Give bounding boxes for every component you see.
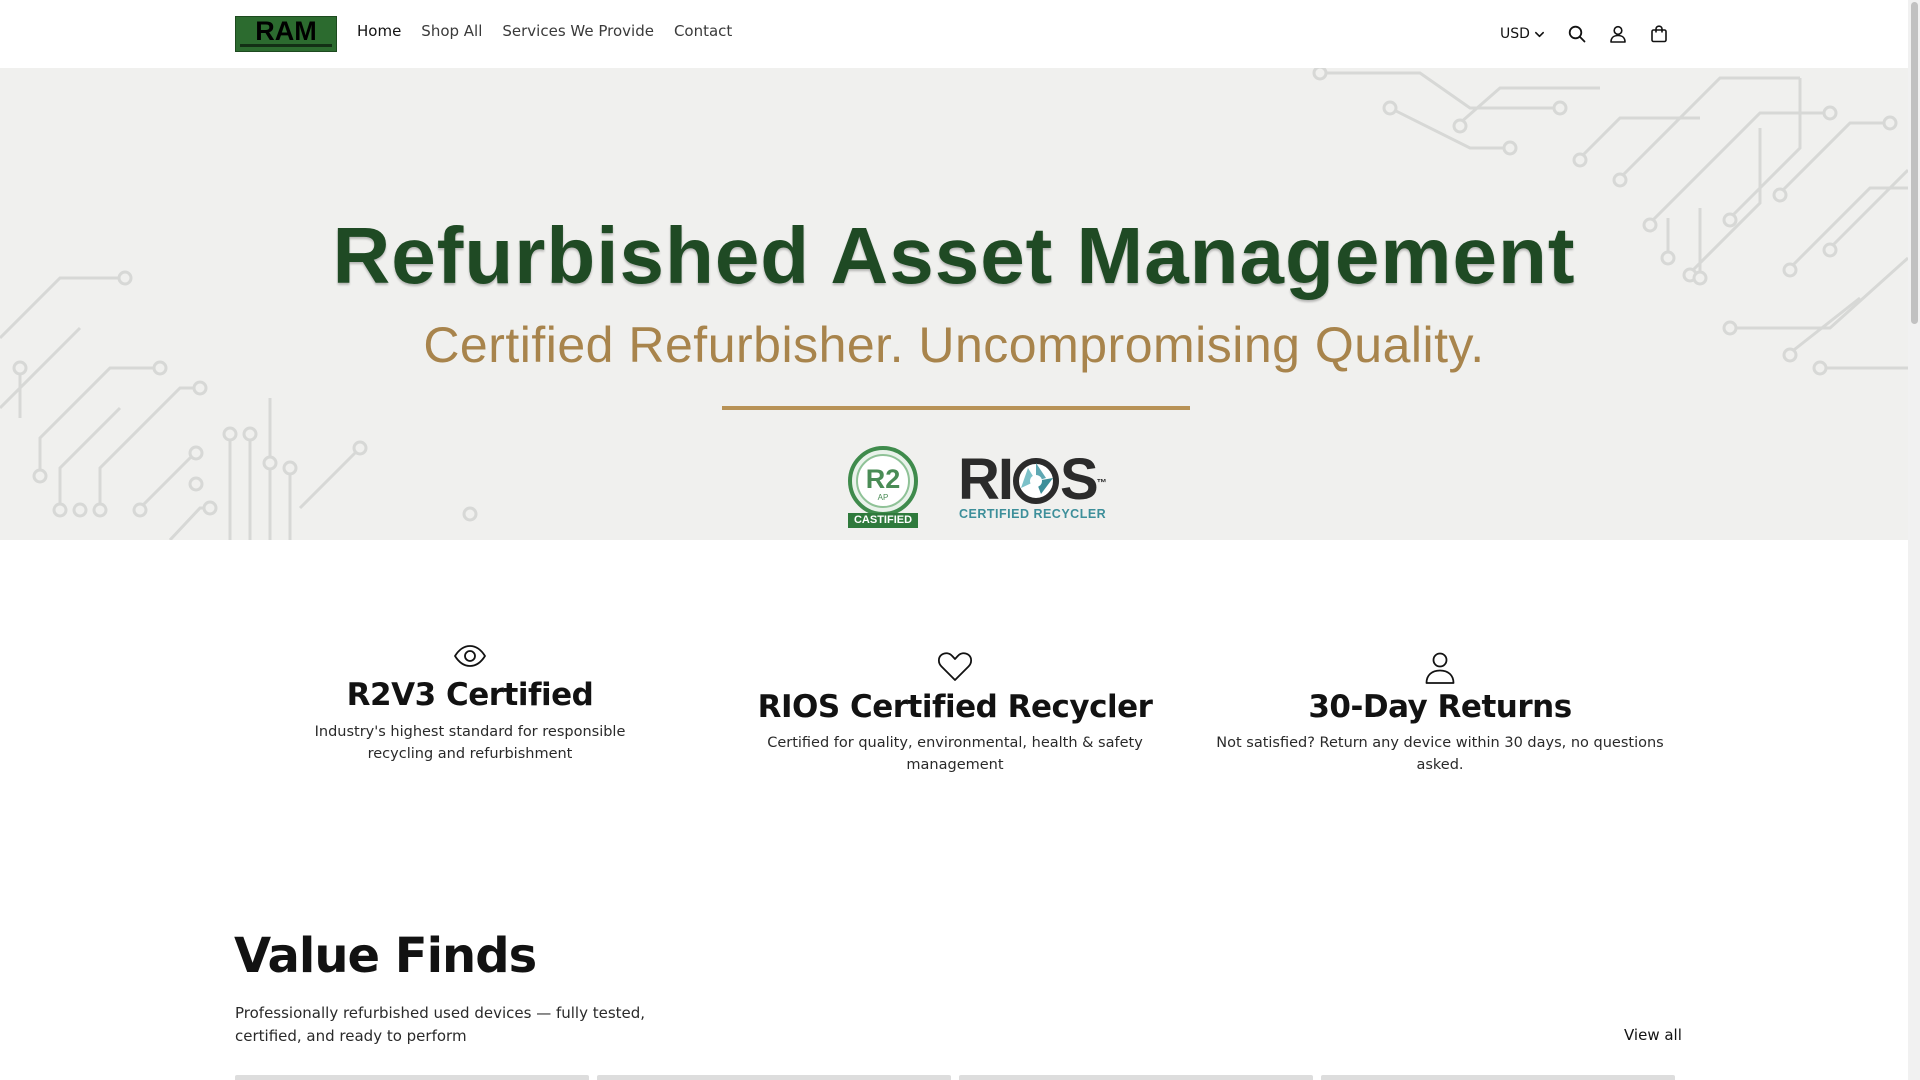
currency-label: USD (1500, 26, 1530, 42)
feature-title: RIOS Certified Recycler (757, 689, 1153, 725)
r2-sub: AP (878, 493, 889, 502)
feature-text: Industry's highest standard for responsi… (314, 724, 626, 762)
feature-title: 30-Day Returns (1308, 689, 1572, 725)
value-finds-description: Professionally refurbished used devices … (235, 1004, 646, 1045)
logo-tagline-bar (240, 44, 332, 47)
feature-text: Certified for quality, environmental, he… (767, 735, 1143, 773)
product-card[interactable] (959, 1075, 1313, 1080)
heart-icon (937, 652, 973, 681)
person-icon (1425, 652, 1455, 684)
ram-logo[interactable]: RAM (235, 16, 337, 52)
nav-home[interactable]: Home (357, 22, 401, 40)
r2-certification-badge-icon: R2 AP (848, 446, 918, 516)
feature-returns: 30-Day Returns Not satisfied? Return any… (1205, 651, 1675, 776)
nav-services[interactable]: Services We Provide (502, 22, 654, 40)
account-icon[interactable] (1608, 24, 1628, 44)
nav-shop-all[interactable]: Shop All (421, 22, 482, 40)
hero-subtitle: Certified Refurbisher. Uncompromising Qu… (423, 317, 1485, 373)
rios-text-left: RI (958, 447, 1014, 512)
scrollbar-thumb[interactable] (1911, 2, 1918, 324)
currency-selector[interactable]: USD (1500, 26, 1545, 42)
product-card[interactable] (235, 1075, 589, 1080)
rios-trademark: ™ (1096, 478, 1107, 489)
hero-banner: Refurbished Asset Management Certified R… (0, 68, 1908, 540)
hero-title: Refurbished Asset Management (332, 211, 1576, 300)
header-actions: USD (1500, 20, 1690, 48)
r2-caption: CASTIFIED (848, 513, 918, 528)
view-all-link[interactable]: View all (1624, 1026, 1682, 1044)
page-scrollbar[interactable] (1908, 0, 1920, 1080)
value-finds-title: Value Finds (234, 928, 537, 984)
feature-title: R2V3 Certified (346, 677, 594, 713)
feature-text: Not satisfied? Return any device within … (1216, 735, 1664, 773)
product-card[interactable] (597, 1075, 951, 1080)
rios-aperture-icon (1013, 458, 1059, 504)
hero-divider (722, 406, 1190, 410)
nav-contact[interactable]: Contact (674, 22, 732, 40)
rios-caption: CERTIFIED RECYCLER (959, 507, 1107, 521)
search-icon[interactable] (1567, 24, 1587, 44)
logo-text: RAM (255, 16, 317, 46)
product-card[interactable] (1321, 1075, 1675, 1080)
circuit-pattern-graphic (0, 68, 1908, 540)
feature-rios: RIOS Certified Recycler Certified for qu… (735, 651, 1175, 776)
rios-text-right: S (1060, 447, 1099, 512)
eye-icon (454, 645, 486, 667)
chevron-down-icon (1534, 31, 1544, 37)
r2-mark: R2 (866, 464, 901, 494)
feature-r2v3: R2V3 Certified Industry's highest standa… (270, 643, 670, 765)
rios-logo: RI S ™ (958, 446, 1107, 514)
site-header: RAM Home Shop All Services We Provide Co… (0, 0, 1908, 69)
main-nav: Home Shop All Services We Provide Contac… (357, 22, 732, 40)
cart-icon[interactable] (1649, 24, 1669, 44)
